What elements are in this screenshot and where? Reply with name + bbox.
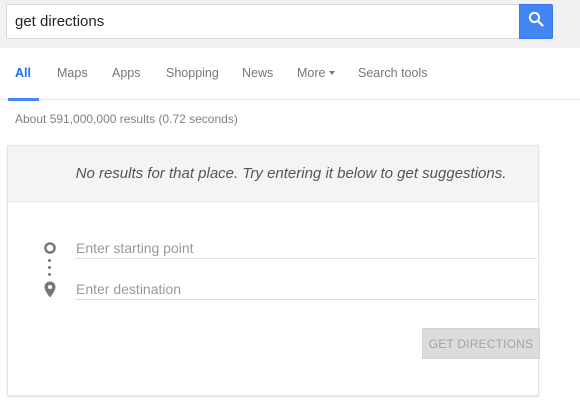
search-input[interactable]: [15, 5, 515, 38]
starting-point-input[interactable]: [75, 237, 537, 259]
tab-all[interactable]: All: [8, 48, 39, 101]
tab-news[interactable]: News: [242, 48, 273, 100]
search-tabs: All Maps Apps Shopping News More Search …: [0, 48, 580, 101]
route-dots: [48, 259, 52, 280]
search-box: [6, 4, 520, 39]
search-button[interactable]: [519, 4, 553, 39]
get-directions-button[interactable]: GET DIRECTIONS: [422, 328, 540, 359]
result-stats: About 591,000,000 results (0.72 seconds): [15, 112, 238, 126]
location-pin-icon: [44, 281, 56, 303]
tab-more-label: More: [297, 66, 326, 80]
search-icon: [528, 11, 544, 32]
search-header: [0, 0, 580, 48]
tab-search-tools[interactable]: Search tools: [358, 48, 427, 100]
tab-shopping[interactable]: Shopping: [166, 48, 219, 100]
tab-apps[interactable]: Apps: [112, 48, 141, 100]
chevron-down-icon: [329, 70, 336, 75]
destination-input[interactable]: [75, 278, 537, 300]
no-results-message: No results for that place. Try entering …: [75, 165, 507, 182]
tab-maps[interactable]: Maps: [57, 48, 88, 100]
tab-more[interactable]: More: [297, 48, 336, 100]
no-results-banner: No results for that place. Try entering …: [8, 146, 538, 202]
directions-card: No results for that place. Try entering …: [7, 145, 540, 396]
origin-circle-icon: [44, 241, 56, 260]
